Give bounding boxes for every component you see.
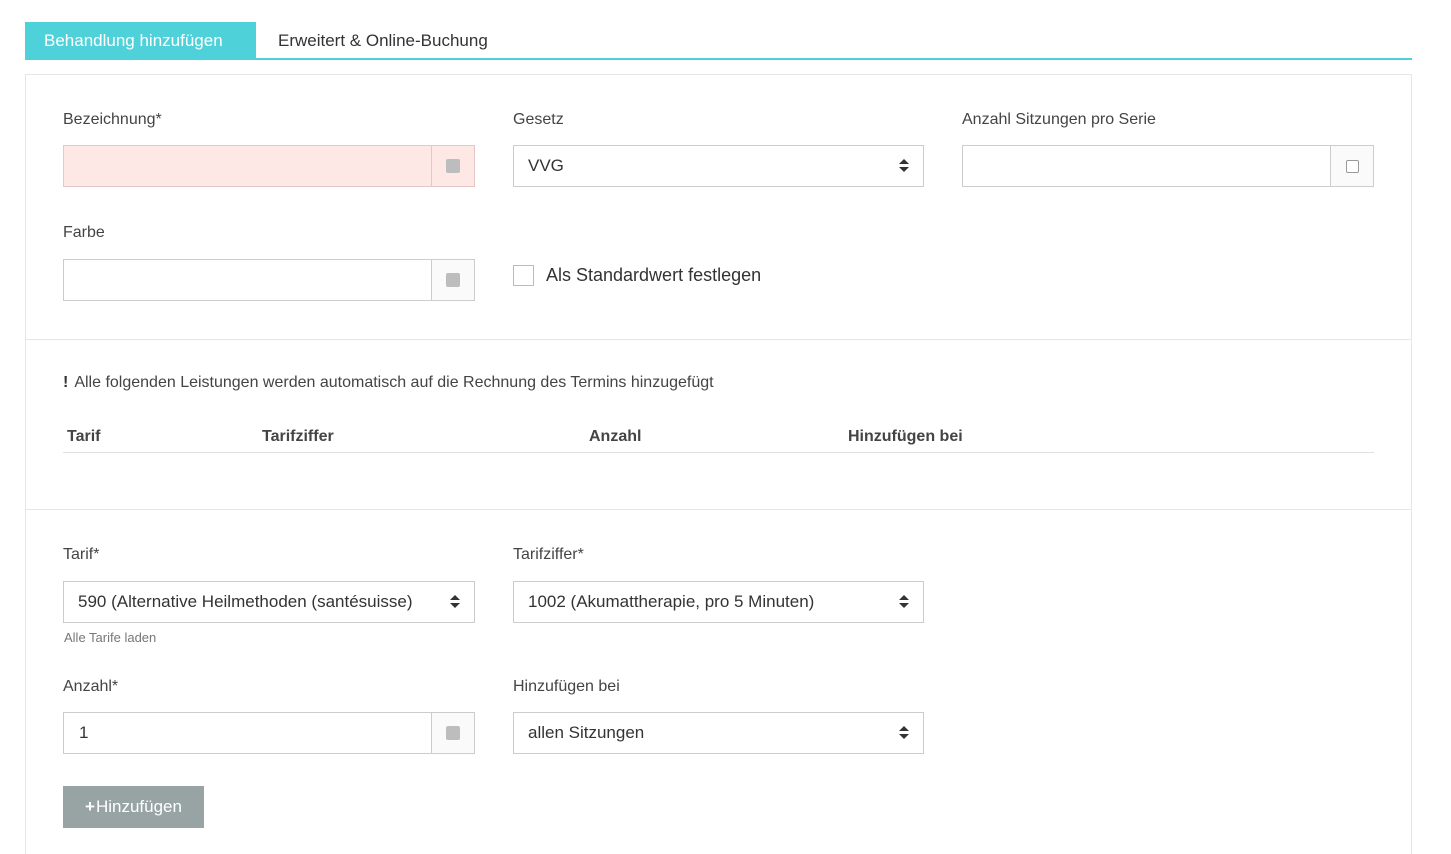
standardwert-checkbox[interactable] [513,265,534,286]
farbe-input[interactable] [63,259,475,301]
anzahl-label: Anzahl* [63,678,119,695]
hinzufuegen-button-label: Hinzufügen [95,797,182,816]
tarifziffer-label: Tarifziffer* [513,546,584,563]
table-header-line [63,452,1374,453]
hinzufuegen-button[interactable]: +Hinzufügen [63,786,204,828]
gesetz-select[interactable]: VVG [513,145,924,187]
bezeichnung-addon [431,146,474,186]
square-outline-icon [1345,159,1359,173]
column-header-anzahl: Anzahl [589,428,642,445]
sort-caret-icon [450,595,460,609]
exclamation-icon: ! [63,374,69,391]
column-header-tarifziffer: Tarifziffer [262,428,334,445]
hinzufuegen-bei-label: Hinzufügen bei [513,678,620,695]
column-header-hinzufuegen-bei: Hinzufügen bei [848,428,963,445]
sort-caret-icon [899,159,909,173]
bezeichnung-input[interactable] [63,145,475,187]
tab-bar: Behandlung hinzufügen Erweitert & Online… [25,22,1412,60]
tarif-value: 590 (Alternative Heilmethoden (santésuis… [78,592,413,611]
services-notice: ! Alle folgenden Leistungen werden automa… [63,374,714,392]
bezeichnung-label: Bezeichnung* [63,111,162,128]
sitzungen-addon [1330,146,1373,186]
gesetz-value: VVG [528,156,564,175]
tarifziffer-select[interactable]: 1002 (Akumattherapie, pro 5 Minuten) [513,581,924,623]
hinzufuegen-bei-select[interactable]: allen Sitzungen [513,712,924,754]
section-divider [25,339,1412,340]
section-divider [25,509,1412,510]
notice-text: Alle folgenden Leistungen werden automat… [74,374,714,391]
tarifziffer-value: 1002 (Akumattherapie, pro 5 Minuten) [528,592,815,611]
tab-behandlung-hinzufuegen[interactable]: Behandlung hinzufügen [25,22,256,59]
sitzungen-label: Anzahl Sitzungen pro Serie [962,111,1156,128]
square-icon [446,159,460,173]
anzahl-addon [431,713,474,753]
column-header-tarif: Tarif [67,428,101,445]
standardwert-label: Als Standardwert festlegen [546,265,762,285]
square-icon [446,726,460,740]
tarif-select[interactable]: 590 (Alternative Heilmethoden (santésuis… [63,581,475,623]
sitzungen-input[interactable] [962,145,1374,187]
alle-tarife-laden-link[interactable]: Alle Tarife laden [64,630,156,645]
tarif-label: Tarif* [63,546,100,563]
anzahl-value: 1 [79,723,89,742]
square-icon [446,273,460,287]
hinzufuegen-bei-value: allen Sitzungen [528,723,645,742]
sort-caret-icon [899,595,909,609]
gesetz-label: Gesetz [513,111,564,128]
plus-icon: + [85,797,95,816]
sort-caret-icon [899,726,909,740]
farbe-addon [431,260,474,300]
tab-erweitert-online-buchung[interactable]: Erweitert & Online-Buchung [259,22,507,59]
anzahl-input[interactable]: 1 [63,712,475,754]
farbe-label: Farbe [63,224,105,241]
